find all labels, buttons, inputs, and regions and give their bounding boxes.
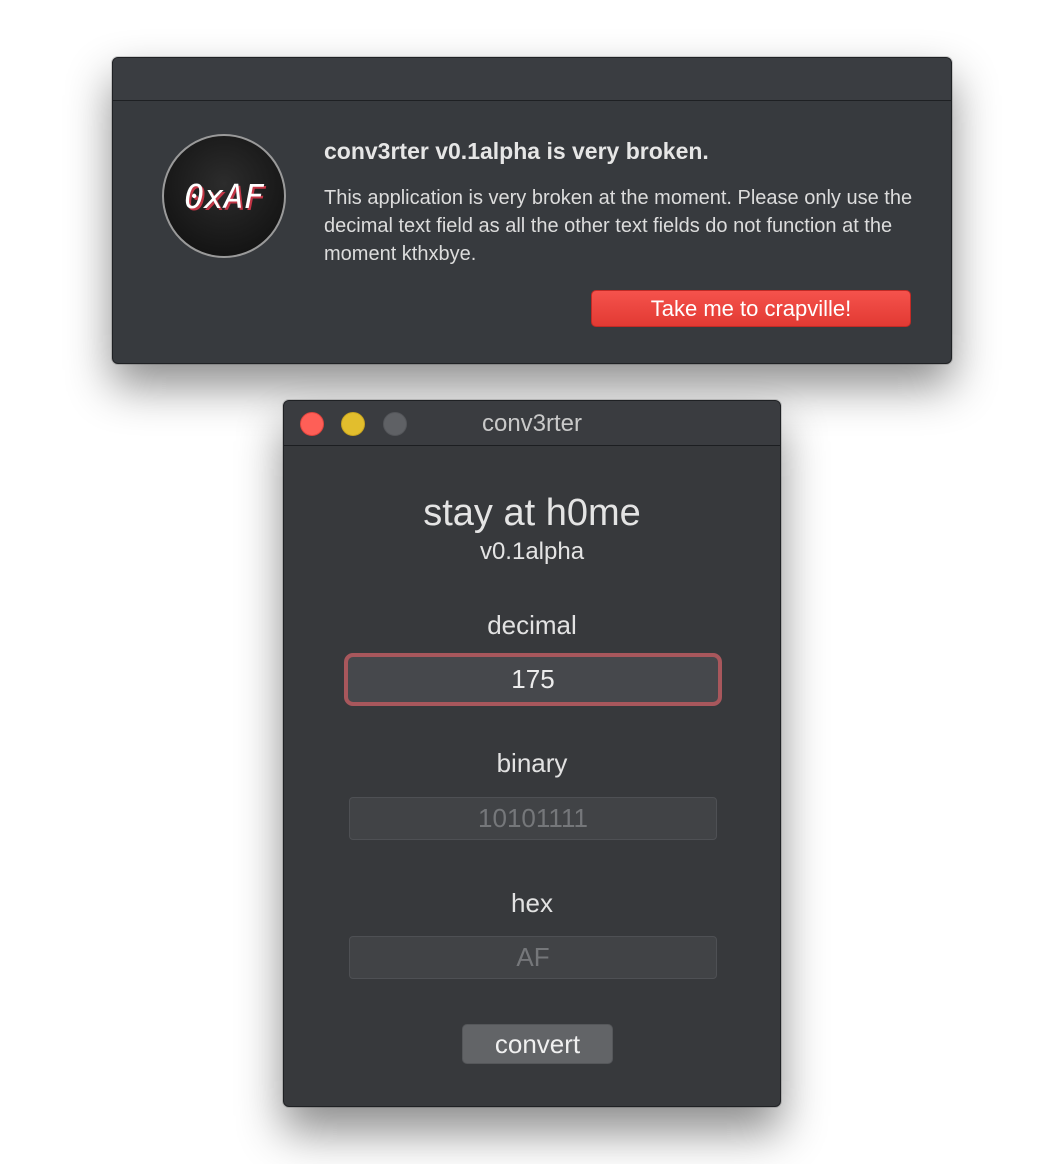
binary-label: binary: [496, 748, 568, 778]
decimal-label: decimal: [487, 610, 577, 640]
alert-dialog: 0xAF conv3rter v0.1alpha is very broken.…: [112, 57, 952, 364]
window-titlebar[interactable]: conv3rter: [284, 401, 780, 446]
app-icon-label: 0xAF: [184, 176, 264, 216]
convert-button[interactable]: convert: [462, 1024, 613, 1064]
binary-input[interactable]: [349, 797, 717, 840]
decimal-field-focus-ring: [344, 653, 722, 706]
alert-message: This application is very broken at the m…: [324, 187, 913, 265]
decimal-input[interactable]: [348, 657, 718, 702]
app-version: v0.1alpha: [479, 538, 585, 565]
take-me-to-crapville-button[interactable]: Take me to crapville!: [591, 290, 911, 327]
hex-label: hex: [511, 888, 553, 918]
app-heading: stay at h0me: [423, 492, 641, 534]
alert-title: conv3rter v0.1alpha is very broken.: [324, 138, 709, 164]
alert-titlebar: [113, 58, 951, 101]
window-title: conv3rter: [481, 410, 583, 437]
app-icon: 0xAF: [162, 134, 286, 258]
hex-input[interactable]: [349, 936, 717, 979]
conv3rter-window: conv3rter stay at h0me v0.1alpha decimal…: [283, 400, 781, 1107]
